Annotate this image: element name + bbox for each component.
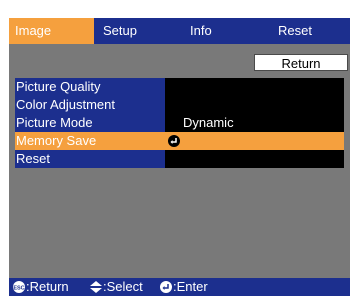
tab-setup[interactable]: Setup [103,18,173,44]
menu-item-color-adjustment[interactable]: Color Adjustment [15,96,165,114]
esc-icon: ESC [13,281,25,296]
footer-select-hint: :Select [103,279,143,294]
tab-image[interactable]: Image [9,18,94,44]
menu-tab-bar: Image Setup Info Reset [9,18,350,44]
menu-item-picture-mode[interactable]: Picture Mode [15,114,165,132]
return-button[interactable]: Return [254,54,348,71]
footer-return-hint: :Return [26,279,69,294]
picture-mode-value[interactable]: Dynamic [165,114,344,132]
enter-icon [160,281,172,296]
menu-item-picture-quality[interactable]: Picture Quality [15,78,165,96]
menu-list: Picture Quality Color Adjustment Picture… [15,78,165,168]
updown-arrows-icon [89,280,103,297]
tab-reset[interactable]: Reset [278,18,338,44]
menu-item-memory-save[interactable]: Memory Save [15,132,165,150]
value-panel: Dynamic [165,78,344,168]
svg-text:ESC: ESC [13,285,24,291]
menu-item-reset[interactable]: Reset [15,150,165,168]
footer-enter-hint: :Enter [173,279,208,294]
memory-save-value[interactable] [165,132,344,150]
projector-osd-menu: Image Setup Info Reset Return Picture Qu… [9,18,350,296]
footer-hint-bar: ESC :Return :Select :Enter [9,278,350,296]
enter-icon [168,135,180,147]
tab-info[interactable]: Info [190,18,250,44]
